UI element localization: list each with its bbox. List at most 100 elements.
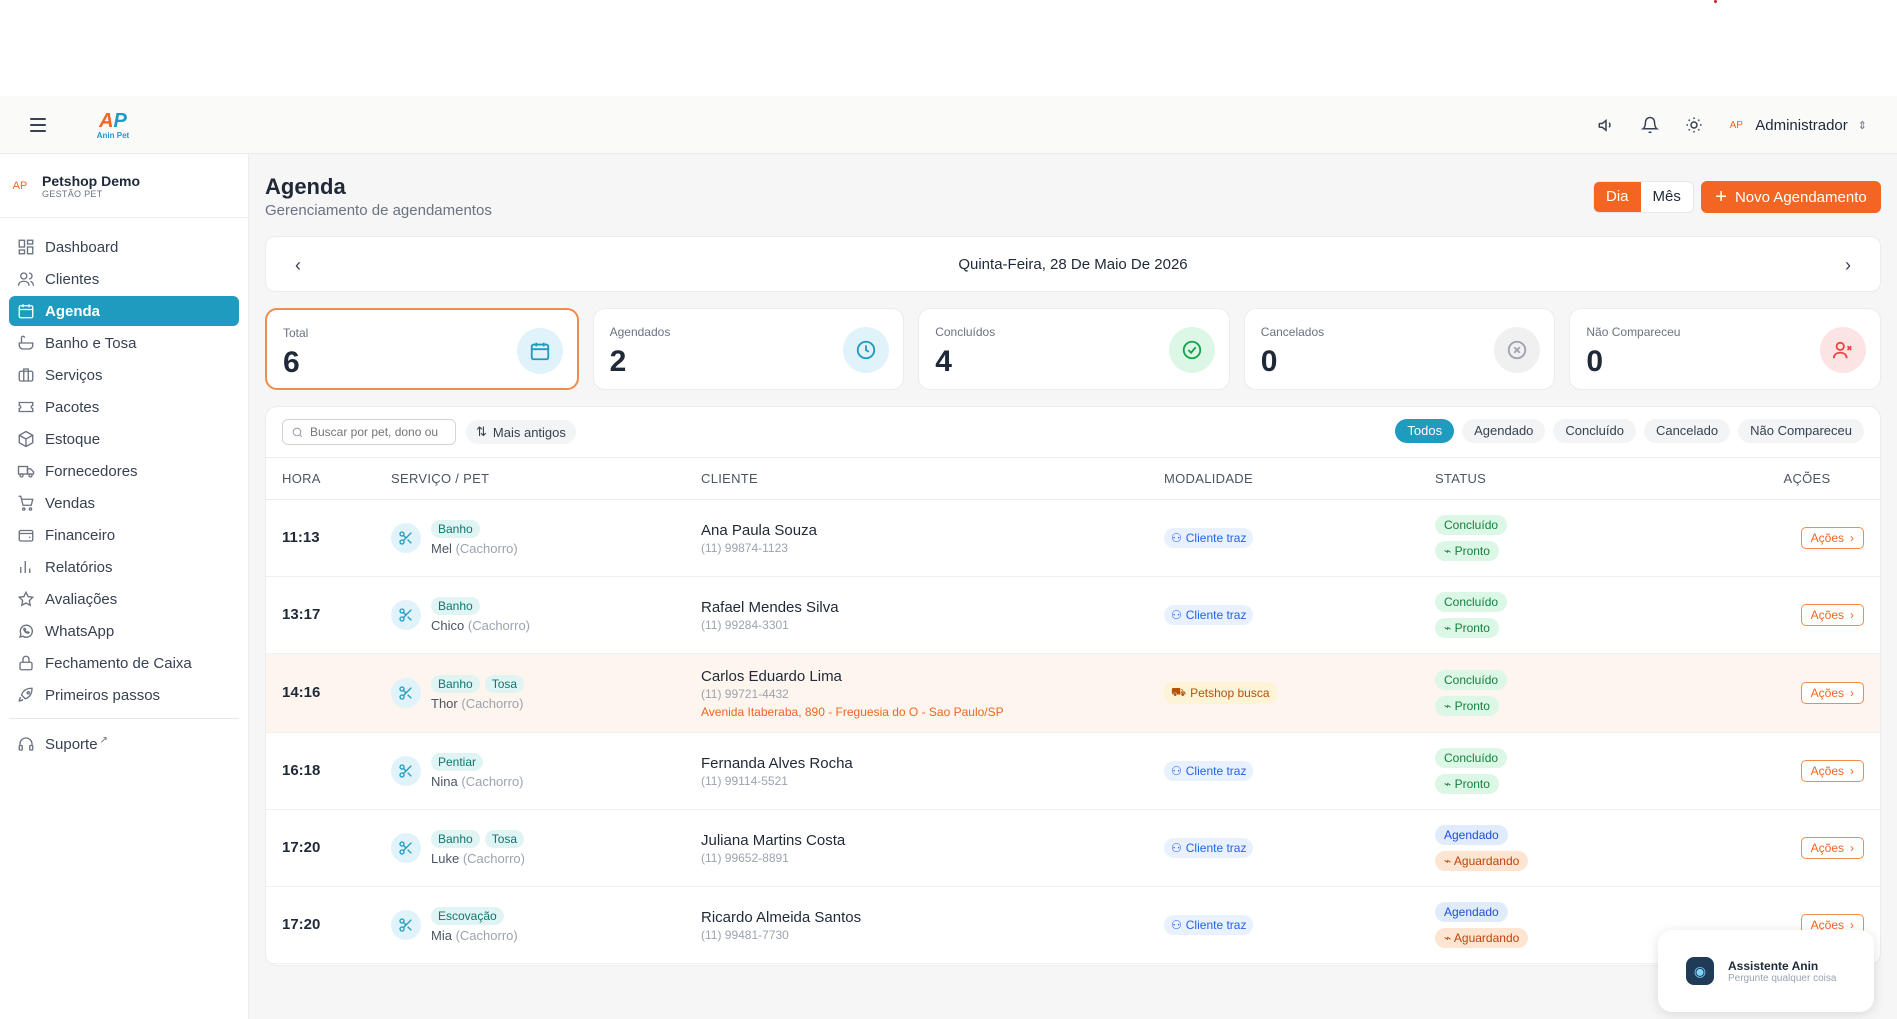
actions-button[interactable]: Ações › (1800, 760, 1864, 782)
service-tag: Banho (431, 597, 480, 615)
whatsapp-icon (18, 624, 33, 638)
filter-chip-concluido[interactable]: Concluído (1553, 419, 1636, 443)
stat-card-nao-compareceu[interactable]: Não Compareceu 0 (1569, 308, 1881, 390)
stat-card-cancelados[interactable]: Cancelados 0 (1243, 308, 1556, 390)
stat-card-agendados[interactable]: Agendados 2 (592, 308, 905, 390)
sun-icon[interactable] (1683, 114, 1705, 136)
scissors-icon (391, 678, 421, 708)
sub-status-badge: ⌁ Pronto (1435, 774, 1499, 794)
pet-name: Mia (Cachorro) (431, 928, 518, 943)
calendar-icon (18, 304, 34, 319)
pet-name: Luke (Cachorro) (431, 851, 525, 866)
sidebar-item-estoque[interactable]: Estoque (9, 424, 239, 454)
lock-icon (19, 655, 33, 671)
sidebar-item-banho-e-tosa[interactable]: Banho e Tosa (9, 328, 239, 358)
table-row[interactable]: 14:16 Banho Tosa Thor (Cachorro) Carlos E… (266, 653, 1880, 733)
actions-button[interactable]: Ações › (1800, 527, 1864, 549)
table-row[interactable]: 11:13 Banho Mel (Cachorro) Ana Paula Sou… (266, 499, 1880, 577)
sidebar-nav: Dashboard Clientes Agenda Banho e Tosa S… (0, 218, 248, 759)
table-row[interactable]: 13:17 Banho Chico (Cachorro) Rafael Mend… (266, 576, 1880, 654)
sort-button[interactable]: ⇅ Mais antigos (466, 420, 576, 444)
modality-badge: ⛟ Petshop busca (1164, 682, 1277, 704)
page-title: Agenda (265, 174, 346, 199)
megaphone-icon[interactable] (1595, 114, 1617, 136)
sidebar: AP Petshop Demo GESTÃO PET Dashboard Cli… (0, 154, 249, 1019)
sidebar-divider (9, 718, 239, 719)
status-badge: Agendado (1435, 825, 1508, 845)
filter-bar: ⇅ Mais antigos Todos Agendado Concluído … (266, 407, 1880, 457)
client-phone: (11) 99114-5521 (701, 773, 788, 788)
filter-chip-cancelado[interactable]: Cancelado (1643, 419, 1731, 443)
column-header-servico[interactable]: SERVIÇO / PET (391, 457, 701, 500)
sidebar-item-avaliacoes[interactable]: Avaliações (9, 584, 239, 614)
robot-icon: ◉ (1686, 957, 1714, 985)
sidebar-item-servicos[interactable]: Serviços (9, 360, 239, 390)
stat-card-total[interactable]: Total 6 (265, 308, 579, 390)
appointment-time: 11:13 (282, 529, 320, 546)
star-icon (17, 590, 35, 607)
store-selector[interactable]: AP Petshop Demo GESTÃO PET (0, 154, 248, 218)
sub-status-badge: ⌁ Pronto (1435, 541, 1499, 561)
column-header-cliente[interactable]: CLIENTE (701, 457, 1164, 500)
appointments-grid: HORA SERVIÇO / PET CLIENTE MODALIDADE ST… (266, 457, 1880, 964)
app-logo[interactable]: AP Anin Pet (92, 104, 134, 146)
page-subtitle: Gerenciamento de agendamentos (265, 202, 492, 219)
chevron-right-icon: › (1850, 841, 1854, 855)
sidebar-item-whatsapp[interactable]: WhatsApp (9, 616, 239, 646)
sidebar-item-suporte[interactable]: Suporte ↗ (9, 729, 239, 759)
actions-button[interactable]: Ações › (1800, 837, 1864, 859)
chevron-right-icon[interactable]: › (1836, 253, 1860, 277)
sidebar-item-dashboard[interactable]: Dashboard (9, 232, 239, 262)
bell-icon[interactable] (1639, 114, 1661, 136)
sidebar-item-financeiro[interactable]: Financeiro (9, 520, 239, 550)
menu-toggle-icon[interactable] (30, 114, 52, 136)
top-blank-area (0, 0, 1897, 96)
rocket-icon (18, 687, 33, 702)
assistant-name: Assistente Anin (1728, 958, 1819, 973)
assistant-widget[interactable]: ◉ Assistente Anin Pergunte qualquer cois… (1658, 930, 1874, 1012)
sidebar-item-agenda[interactable]: Agenda (9, 296, 239, 326)
sidebar-item-relatorios[interactable]: Relatórios (9, 552, 239, 582)
car-icon: ⛟ (1171, 685, 1187, 699)
filter-chip-todos[interactable]: Todos (1395, 419, 1455, 443)
sidebar-item-primeiros-passos[interactable]: Primeiros passos (9, 680, 239, 710)
app-header: AP Anin Pet AP Administrador ⇕ (0, 96, 1897, 154)
actions-button[interactable]: Ações › (1800, 682, 1864, 704)
view-day-button[interactable]: Dia (1594, 182, 1641, 212)
client-phone: (11) 99721-4432 (701, 686, 789, 701)
sidebar-item-fornecedores[interactable]: Fornecedores (9, 456, 239, 486)
modality-badge: ⚇ Cliente traz (1164, 605, 1254, 625)
view-month-button[interactable]: Mês (1641, 182, 1693, 212)
column-header-hora[interactable]: HORA (266, 457, 391, 500)
sidebar-item-vendas[interactable]: Vendas (9, 488, 239, 518)
filter-chip-nao-compareceu[interactable]: Não Compareceu (1738, 419, 1864, 443)
pet-name: Nina (Cachorro) (431, 774, 524, 789)
chevron-left-icon[interactable]: ‹ (286, 253, 310, 277)
user-menu[interactable]: AP Administrador ⇕ (1727, 116, 1867, 134)
current-date: Quinta-Feira, 28 De Maio De 2026 (958, 255, 1188, 273)
search-input[interactable] (310, 425, 450, 439)
sidebar-item-fechamento-de-caixa[interactable]: Fechamento de Caixa (9, 648, 239, 678)
table-row[interactable]: 17:20 Escovação Mia (Cachorro) Ricardo A… (266, 886, 1880, 964)
status-badge: Concluído (1435, 515, 1508, 535)
stat-card-concluidos[interactable]: Concluídos 4 (918, 308, 1230, 390)
filter-chip-agendado[interactable]: Agendado (1462, 419, 1546, 443)
new-appointment-button[interactable]: + Novo Agendamento (1701, 181, 1881, 213)
sidebar-item-clientes[interactable]: Clientes (9, 264, 239, 294)
client-name: Ana Paula Souza (701, 521, 817, 539)
dryer-icon: ⌁ (1444, 777, 1452, 791)
check-circle-icon (1168, 327, 1215, 373)
client-address: Avenida Itaberaba, 890 - Freguesia do O … (701, 704, 1004, 719)
table-row[interactable]: 17:20 Banho Tosa Luke (Cachorro) Juliana … (266, 809, 1880, 887)
sidebar-item-pacotes[interactable]: Pacotes (9, 392, 239, 422)
client-name: Carlos Eduardo Lima (701, 667, 842, 685)
clock-icon (843, 327, 890, 373)
column-header-status[interactable]: STATUS (1435, 457, 1750, 500)
view-toggle: Dia Mês (1593, 181, 1694, 213)
sub-status-badge: ⌁ Aguardando (1435, 851, 1529, 871)
ticket-icon (18, 401, 34, 413)
table-row[interactable]: 16:18 Pentiar Nina (Cachorro) Fernanda A… (266, 732, 1880, 810)
column-header-modalidade[interactable]: MODALIDADE (1164, 457, 1435, 500)
actions-button[interactable]: Ações › (1800, 604, 1864, 626)
search-field[interactable] (282, 419, 456, 445)
